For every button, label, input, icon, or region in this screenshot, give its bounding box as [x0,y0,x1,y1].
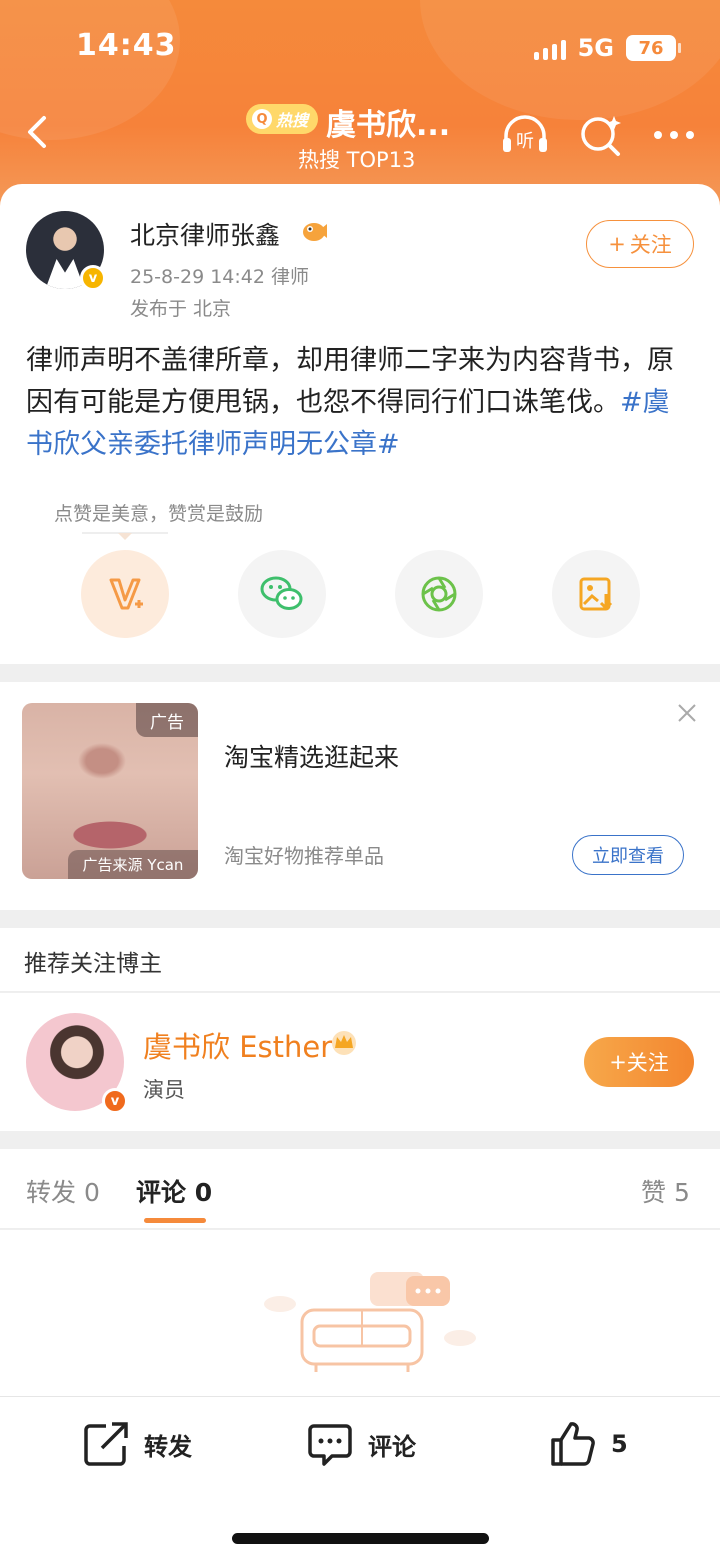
search-icon: Q [252,109,272,129]
author-name[interactable]: 北京律师张鑫 [130,216,280,252]
status-time: 14:43 [76,28,177,63]
comment-label: 评论 [368,1432,416,1461]
page-title: 虞书欣... [326,108,451,143]
post-content: 律师声明不盖律所章，却用律师二字来为内容背书，原因有可能是方便甩锅，也怨不得同行… [26,340,696,466]
ad-source: 广告来源 Ycan [68,850,198,879]
comment-button[interactable]: 评论 [306,1420,416,1468]
comment-icon [308,1424,352,1466]
share-icon [84,1422,128,1466]
home-indicator[interactable] [232,1533,489,1544]
wechat-icon [260,576,303,610]
repost-label: 转发 [144,1432,192,1461]
plus-icon: + [608,232,626,256]
reward-button[interactable] [81,550,169,638]
post-location: 发布于 北京 [130,298,232,320]
follow-label: 关注 [629,233,672,257]
tab-like[interactable]: 赞 5 [641,1173,690,1209]
thumbs-up-icon [551,1422,595,1466]
tab-count: 0 [83,1178,100,1207]
like-button[interactable]: 5 [549,1420,628,1468]
ad-description: 淘宝好物推荐单品 [224,844,384,868]
empty-sofa-icon [264,1272,476,1372]
tab-count: 0 [194,1178,213,1207]
post-body: 律师声明不盖律所章，却用律师二字来为内容背书，原因有可能是方便甩锅，也怨不得同行… [26,345,674,418]
hot-search-badge: Q 热搜 [246,104,319,134]
listen-icon[interactable]: 听 [500,112,550,158]
battery-icon: 76 [626,35,681,61]
tab-comment[interactable]: 评论 0 [136,1173,212,1209]
hint-pointer [118,533,132,540]
follow-button[interactable]: + 关注 [586,220,694,268]
like-count: 5 [611,1430,628,1458]
recommend-name[interactable]: 虞书欣 Esther [143,1024,332,1066]
recommend-title: 推荐关注博主 [24,951,162,977]
page-subtitle: 热搜 TOP13 [298,148,416,172]
status-bar-right: 5G 76 [533,34,681,62]
signal-icon [533,36,566,60]
fan-badge-icon [303,223,327,241]
repost-button[interactable]: 转发 [82,1420,192,1468]
recommend-role: 演员 [143,1078,185,1102]
verified-badge-icon: v [102,1088,128,1114]
active-tab-indicator [144,1218,206,1223]
follow-label: 关注 [626,1051,669,1075]
ad-title[interactable]: 淘宝精选逛起来 [224,738,399,774]
tab-count: 5 [673,1178,690,1207]
tab-label: 转发 [26,1178,77,1207]
tab-label: 评论 [136,1178,187,1207]
network-label: 5G [577,34,614,62]
save-image-button[interactable] [552,550,640,638]
close-icon[interactable] [676,702,698,724]
ad-view-button[interactable]: 立即查看 [572,835,684,875]
save-image-icon [579,577,613,611]
tab-label: 赞 [641,1178,667,1207]
back-icon[interactable] [18,112,58,152]
reward-icon [109,578,143,610]
share-wechat-button[interactable] [238,550,326,638]
post-timestamp: 25-8-29 14:42 律师 [130,266,309,288]
verified-badge-icon: v [80,265,106,291]
share-moments-button[interactable] [395,550,483,638]
plus-icon: + [609,1050,627,1074]
reward-hint: 点赞是美意，赞赏是鼓励 [54,503,264,525]
crown-icon [332,1031,356,1055]
interaction-tabs [0,1149,720,1229]
search-sparkle-icon[interactable] [576,112,626,158]
svg-text:听: 听 [516,131,534,152]
hot-search-label: 热搜 [276,111,309,130]
more-icon[interactable] [650,112,700,158]
tab-repost[interactable]: 转发 0 [26,1173,100,1209]
follow-recommend-button[interactable]: + 关注 [584,1037,694,1087]
ad-tag: 广告 [136,703,198,737]
moments-icon [421,576,457,612]
